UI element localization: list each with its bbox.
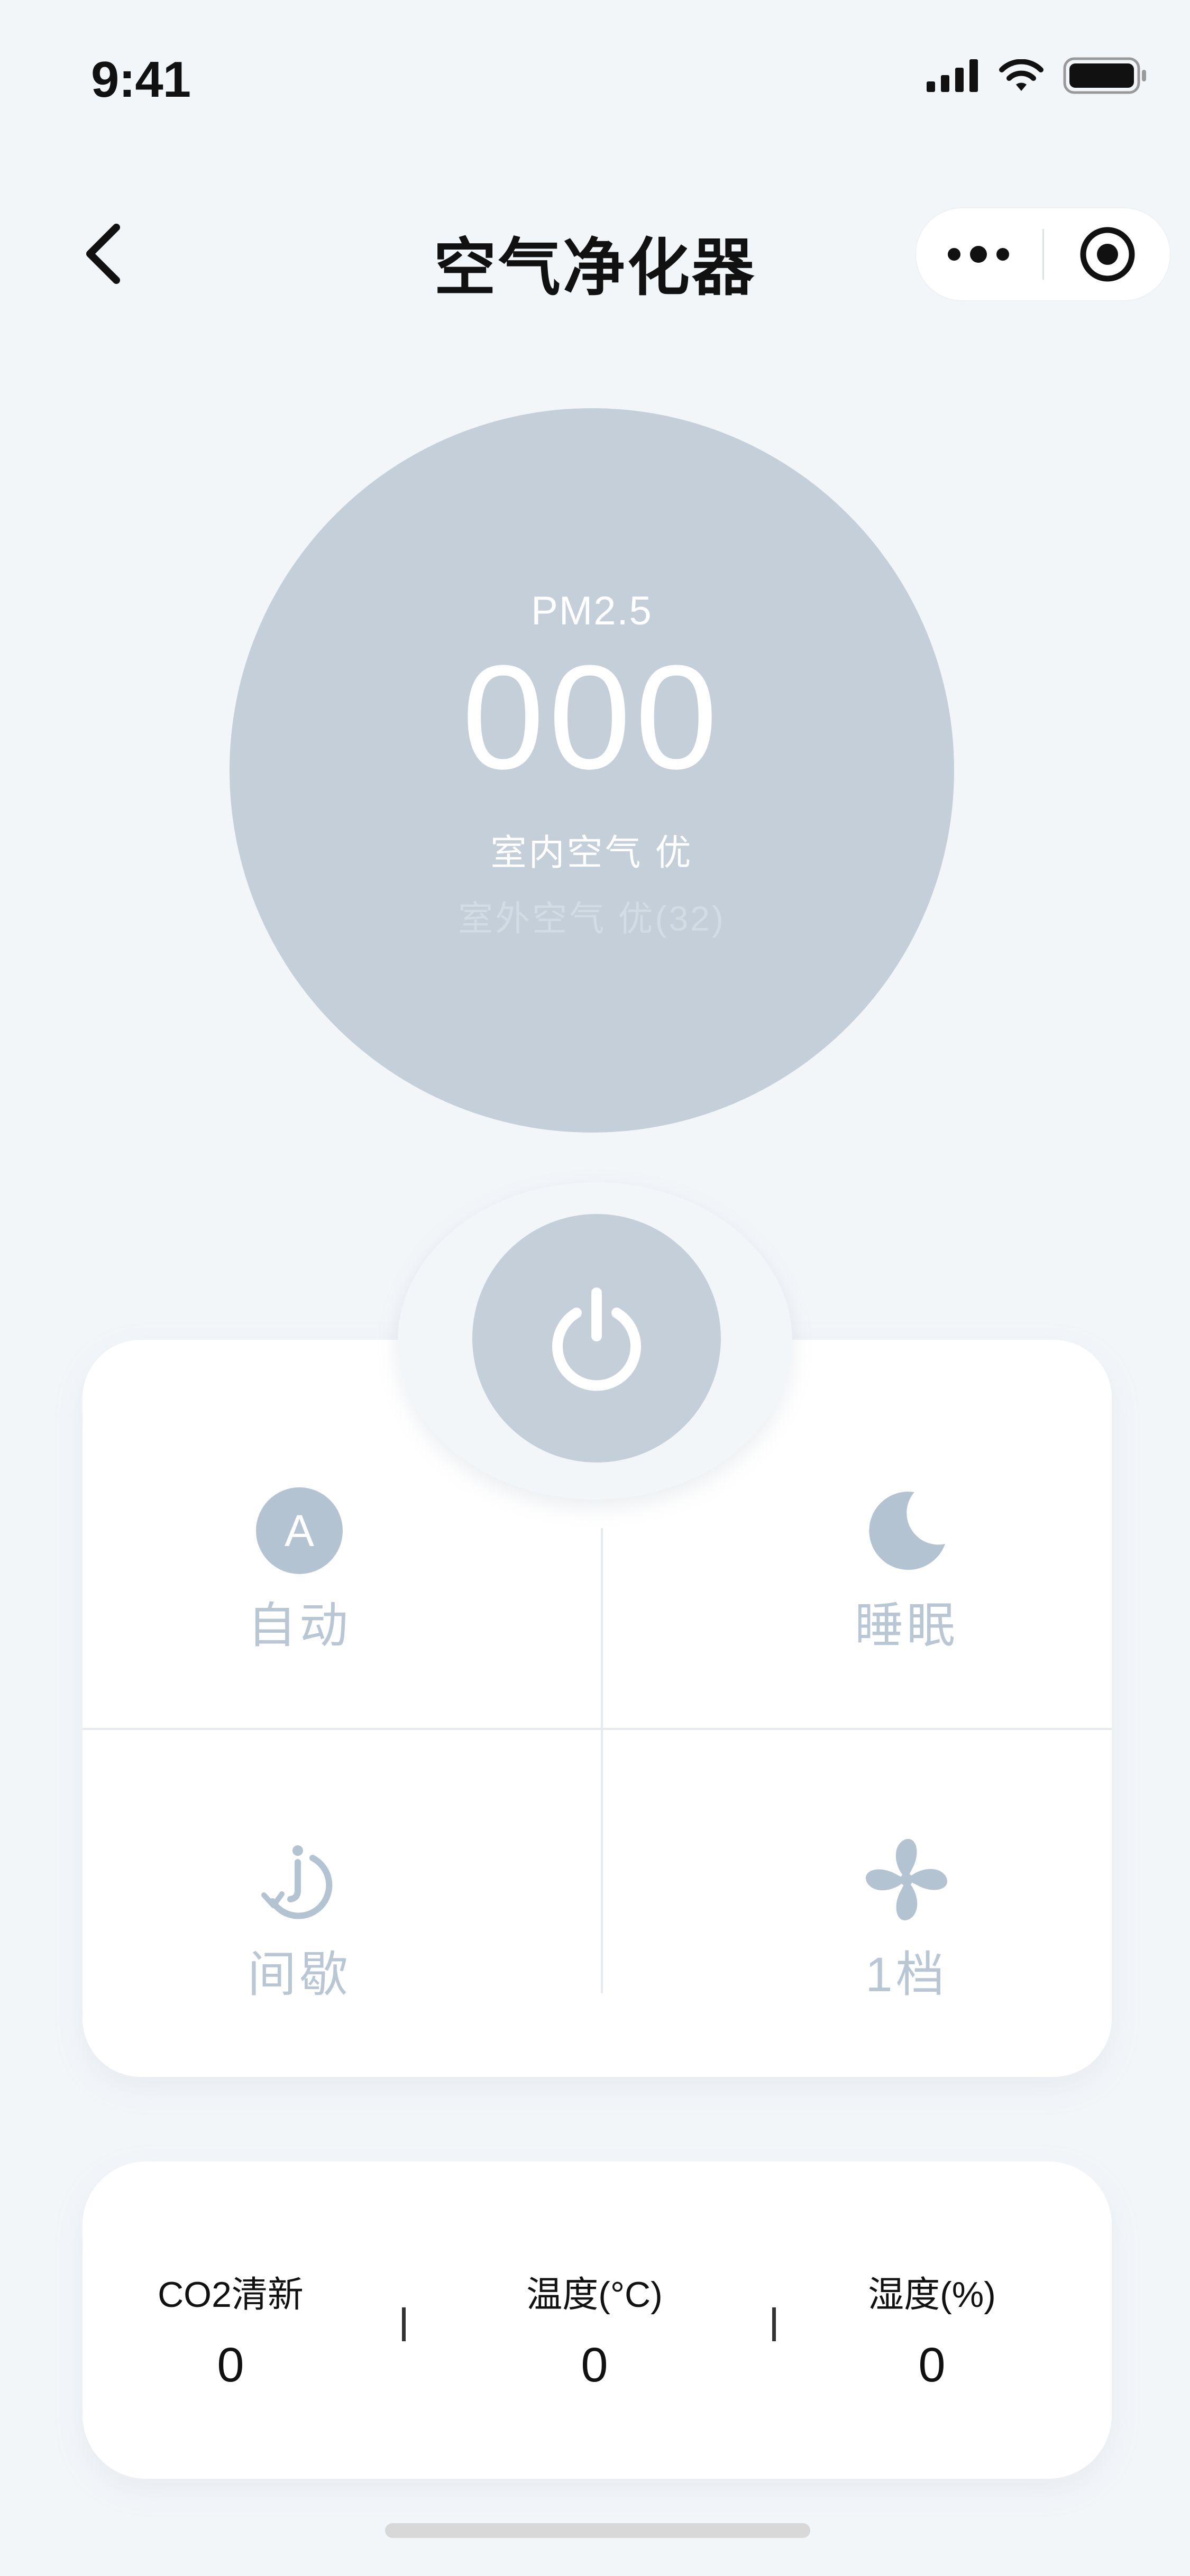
stat-co2: CO2清新 0: [98, 2265, 363, 2393]
indoor-air-quality: 室内空气 优: [490, 833, 693, 873]
status-time: 9:41: [91, 51, 191, 108]
stat-humidity-label: 湿度(%): [868, 2275, 996, 2315]
card-divider-horizontal: [83, 1728, 1112, 1730]
target-icon: [1080, 227, 1135, 282]
moon-icon: [869, 1492, 945, 1570]
fan-icon: [866, 1839, 947, 1920]
outdoor-air-quality: 室外空气 优(32): [458, 899, 726, 938]
stat-co2-value: 0: [217, 2338, 244, 2392]
signal-icon: [927, 59, 978, 92]
wifi-icon: [999, 59, 1043, 91]
timer-icon: [261, 1845, 333, 1919]
pm-display: PM2.5 000 室内空气 优 室外空气 优(32): [230, 408, 954, 1133]
stat-divider: [772, 2307, 776, 2341]
power-icon: [552, 1287, 641, 1391]
mode-sleep[interactable]: 睡眠: [748, 1486, 1065, 1657]
more-button[interactable]: [915, 207, 1042, 301]
stat-temperature-label: 温度(°C): [526, 2275, 663, 2315]
mode-interval[interactable]: 间歇: [141, 1835, 458, 2005]
pm-value: 000: [462, 635, 722, 800]
power-button[interactable]: [472, 1214, 721, 1462]
mode-fan-level[interactable]: 1档: [748, 1835, 1065, 2005]
stat-temperature-value: 0: [581, 2338, 608, 2392]
mode-fan-level-label: 1档: [865, 1948, 948, 2002]
mini-program-capsule: [915, 207, 1171, 301]
mode-auto[interactable]: A 自动: [141, 1486, 458, 1657]
mode-sleep-label: 睡眠: [854, 1599, 958, 1653]
stat-humidity-value: 0: [918, 2338, 946, 2392]
status-icons: [927, 57, 1148, 94]
stat-co2-label: CO2清新: [158, 2275, 304, 2315]
more-icon: [948, 246, 1009, 263]
stat-temperature: 温度(°C) 0: [462, 2265, 727, 2393]
stat-divider: [402, 2307, 406, 2341]
mode-interval-label: 间歇: [247, 1948, 351, 2002]
close-button[interactable]: [1044, 207, 1171, 301]
auto-icon: A: [256, 1487, 343, 1574]
battery-icon: [1063, 57, 1146, 94]
card-divider-vertical: [601, 1528, 603, 1993]
mode-auto-label: 自动: [247, 1599, 351, 1653]
pm-label: PM2.5: [531, 588, 653, 633]
home-indicator[interactable]: [385, 2523, 810, 2538]
stat-humidity: 湿度(%) 0: [800, 2265, 1064, 2393]
